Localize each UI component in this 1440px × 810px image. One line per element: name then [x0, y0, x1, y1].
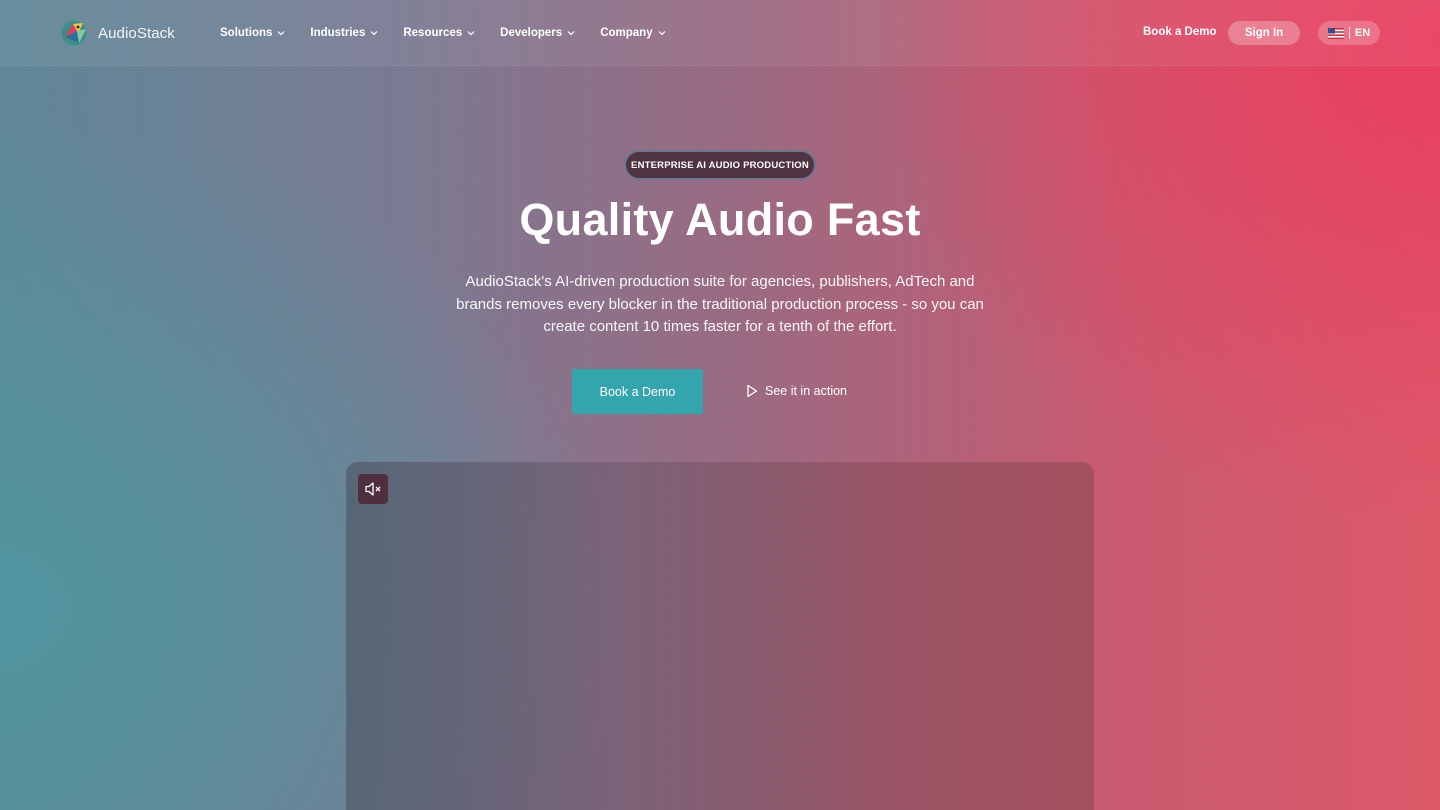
chevron-down-icon	[567, 31, 575, 36]
mute-toggle-button[interactable]	[358, 474, 388, 504]
menu-item-resources[interactable]: Resources	[403, 27, 475, 39]
menu-item-company[interactable]: Company	[600, 27, 666, 39]
logo-wordmark: AudioStack	[98, 24, 175, 42]
main-menu: Solutions Industries Resources Developer…	[220, 24, 691, 42]
menu-item-solutions[interactable]: Solutions	[220, 27, 285, 39]
parrot-logo-icon	[61, 20, 87, 46]
menu-item-industries[interactable]: Industries	[310, 27, 378, 39]
sign-in-button[interactable]: Sign In	[1228, 21, 1300, 45]
hero-description: AudioStack's AI-driven production suite …	[456, 273, 984, 335]
chevron-down-icon	[370, 31, 378, 36]
language-divider	[1348, 27, 1350, 39]
chevron-down-icon	[277, 31, 285, 36]
chevron-down-icon	[658, 31, 666, 36]
menu-item-developers[interactable]: Developers	[500, 27, 575, 39]
book-demo-button[interactable]: Book a Demo	[572, 369, 703, 414]
menu-item-label: Industries	[310, 27, 366, 39]
hero-badge: ENTERPRISE AI AUDIO PRODUCTION	[624, 150, 816, 180]
see-it-in-action-label: See it in action	[765, 384, 847, 398]
menu-item-label: Solutions	[220, 27, 273, 39]
language-code: EN	[1354, 27, 1371, 39]
us-flag-icon	[1327, 27, 1344, 39]
menu-item-label: Developers	[500, 27, 563, 39]
menu-item-label: Company	[600, 27, 653, 39]
nav-book-demo-link[interactable]: Book a Demo	[1143, 26, 1217, 38]
play-icon	[747, 384, 758, 398]
top-navigation-bar: AudioStack Solutions Industries Resource…	[0, 0, 1440, 66]
audiostack-logo[interactable]: AudioStack	[59, 19, 175, 47]
hero-headline: Quality Audio Fast	[519, 194, 921, 245]
hero-video-player[interactable]	[346, 462, 1094, 810]
speaker-muted-icon	[365, 482, 381, 496]
language-selector[interactable]: EN	[1318, 21, 1380, 45]
menu-item-label: Resources	[403, 27, 463, 39]
see-it-in-action-button[interactable]: See it in action	[746, 383, 847, 399]
chevron-down-icon	[467, 31, 475, 36]
